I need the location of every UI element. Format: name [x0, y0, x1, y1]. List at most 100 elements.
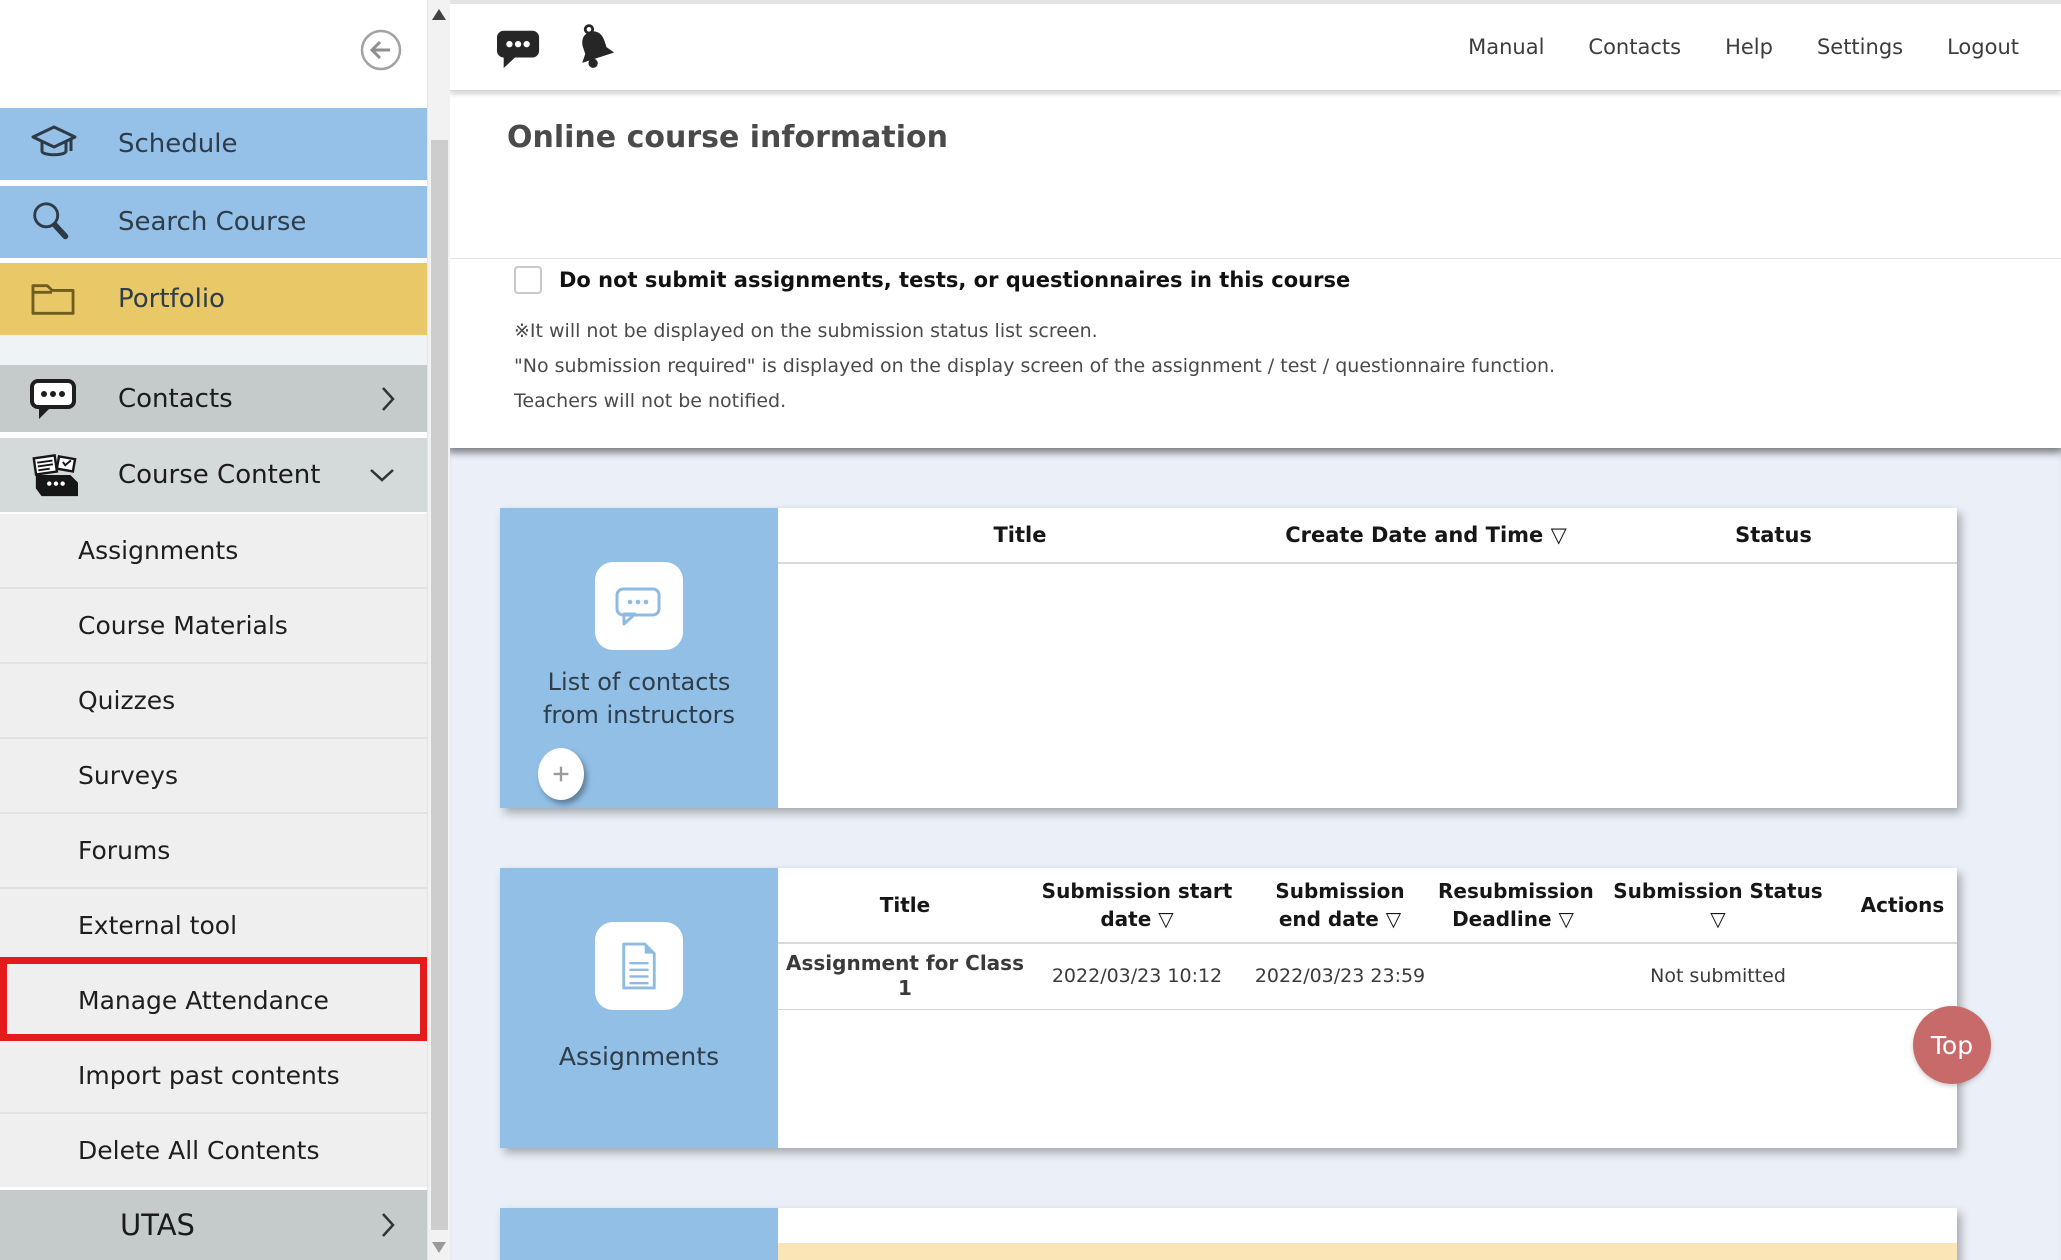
sidebar-item-external-tool[interactable]: External tool	[0, 887, 427, 962]
sidebar-item-label: External tool	[78, 911, 237, 940]
sidebar-spacer	[0, 335, 427, 365]
link-manual[interactable]: Manual	[1468, 35, 1544, 59]
column-header-actions: Actions	[1848, 868, 1957, 943]
sidebar-item-assignments[interactable]: Assignments	[0, 512, 427, 587]
sidebar-item-label: UTAS	[120, 1208, 195, 1242]
note-line: Teachers will not be notified.	[514, 390, 1555, 412]
sidebar-header	[0, 0, 427, 108]
screen: Schedule Search Course Portfolio	[0, 0, 2061, 1260]
scroll-up-arrow-icon[interactable]	[432, 9, 446, 20]
next-section-header-row	[778, 1208, 1957, 1243]
sidebar-item-label: Delete All Contents	[78, 1136, 319, 1165]
assignments-panel: Assignments	[500, 868, 778, 1148]
scroll-down-arrow-icon[interactable]	[432, 1242, 446, 1253]
next-section-card	[500, 1208, 1957, 1260]
folder-icon	[28, 278, 84, 320]
chevron-right-icon	[381, 386, 395, 412]
add-contact-button[interactable]	[538, 748, 584, 800]
sidebar-item-label: Quizzes	[78, 686, 175, 715]
speech-bubble-icon	[28, 376, 84, 422]
message-icon[interactable]	[494, 25, 544, 69]
assignment-end-date: 2022/03/23 23:59	[1242, 943, 1438, 1009]
plus-icon	[550, 763, 572, 785]
no-submission-checkbox-row: Do not submit assignments, tests, or que…	[514, 266, 1350, 294]
assignments-section-card: Assignments Title Submission start date …	[500, 868, 1957, 1148]
magnifier-icon	[28, 199, 84, 245]
assignment-title: Assignment for Class 1	[778, 943, 1032, 1009]
sidebar-item-utas[interactable]: UTAS	[0, 1190, 427, 1260]
sidebar-item-import-past-contents[interactable]: Import past contents	[0, 1037, 427, 1112]
sidebar-item-course-content[interactable]: Course Content	[0, 438, 427, 512]
assignment-actions	[1848, 943, 1957, 1009]
sidebar-item-schedule[interactable]: Schedule	[0, 108, 427, 180]
contacts-panel: List of contacts from instructors	[500, 508, 778, 808]
sidebar-item-label: Forums	[78, 836, 170, 865]
sidebar-scrollbar[interactable]	[427, 0, 450, 1260]
sidebar-item-manage-attendance[interactable]: Manage Attendance	[0, 962, 427, 1037]
sidebar-item-label: Course Content	[118, 460, 320, 490]
link-contacts[interactable]: Contacts	[1588, 35, 1681, 59]
chevron-right-icon	[381, 1212, 395, 1238]
contacts-card-icon	[595, 562, 683, 650]
sidebar-item-label: Portfolio	[118, 284, 225, 314]
assignment-row: Assignment for Class 1 2022/03/23 10:12 …	[778, 943, 1957, 1009]
contacts-table: Title Create Date and Time ▽ Status	[778, 508, 1957, 808]
checkbox-notes: ※It will not be displayed on the submiss…	[514, 307, 1555, 412]
assignment-resubmission	[1438, 943, 1588, 1009]
page-title: Online course information	[507, 120, 948, 155]
course-box-icon	[28, 452, 84, 498]
chevron-down-icon	[369, 468, 395, 482]
sidebar-item-search-course[interactable]: Search Course	[0, 186, 427, 258]
next-section-highlight-row	[778, 1243, 1957, 1260]
assignment-status: Not submitted	[1588, 943, 1848, 1009]
column-header-submission-status[interactable]: Submission Status ▽	[1588, 868, 1848, 943]
sidebar-item-delete-all-contents[interactable]: Delete All Contents	[0, 1112, 427, 1187]
sidebar-item-contacts[interactable]: Contacts	[0, 365, 427, 432]
sidebar-item-label: Surveys	[78, 761, 178, 790]
sidebar-item-course-materials[interactable]: Course Materials	[0, 587, 427, 662]
assignments-panel-label: Assignments	[500, 1040, 778, 1073]
link-logout[interactable]: Logout	[1947, 35, 2019, 59]
document-card-icon	[595, 922, 683, 1010]
sidebar-item-surveys[interactable]: Surveys	[0, 737, 427, 812]
sidebar-item-label: Search Course	[118, 207, 306, 237]
sidebar-item-quizzes[interactable]: Quizzes	[0, 662, 427, 737]
checkbox-label: Do not submit assignments, tests, or que…	[559, 268, 1350, 292]
column-header-submission-start[interactable]: Submission start date ▽	[1032, 868, 1242, 943]
topbar: Manual Contacts Help Settings Logout	[450, 0, 2061, 91]
divider	[450, 258, 2061, 259]
sidebar-item-forums[interactable]: Forums	[0, 812, 427, 887]
scroll-to-top-button[interactable]: Top	[1913, 1006, 1991, 1084]
content-area: List of contacts from instructors Ti	[450, 448, 2061, 1260]
next-section-panel	[500, 1208, 778, 1260]
note-line: "No submission required" is displayed on…	[514, 355, 1555, 377]
no-submission-checkbox[interactable]	[514, 266, 542, 294]
bell-icon[interactable]	[568, 20, 622, 74]
link-help[interactable]: Help	[1725, 35, 1773, 59]
sidebar-item-label: Schedule	[118, 129, 237, 159]
link-settings[interactable]: Settings	[1817, 35, 1903, 59]
sidebar-item-label: Contacts	[118, 384, 233, 414]
column-header-resubmission-deadline[interactable]: Resubmission Deadline ▽	[1438, 868, 1588, 943]
back-arrow-icon	[359, 28, 403, 72]
contacts-section-card: List of contacts from instructors Ti	[500, 508, 1957, 808]
scrollbar-thumb[interactable]	[431, 140, 448, 1230]
topbar-links: Manual Contacts Help Settings Logout	[1468, 35, 2019, 59]
column-header-create-date[interactable]: Create Date and Time ▽	[1262, 508, 1590, 563]
sidebar-item-label: Assignments	[78, 536, 238, 565]
column-header-submission-end[interactable]: Submission end date ▽	[1242, 868, 1438, 943]
sidebar-item-portfolio[interactable]: Portfolio	[0, 263, 427, 335]
note-line: ※It will not be displayed on the submiss…	[514, 320, 1555, 342]
column-header-status: Status	[1590, 508, 1957, 563]
sidebar-item-label: Import past contents	[78, 1061, 340, 1090]
next-section-table	[778, 1208, 1957, 1260]
assignments-table: Title Submission start date ▽ Submission…	[778, 868, 1957, 1148]
column-header-title: Title	[778, 508, 1262, 563]
graduation-cap-icon	[28, 121, 84, 167]
column-header-title: Title	[778, 868, 1032, 943]
contacts-panel-label: List of contacts from instructors	[500, 666, 778, 732]
sidebar: Schedule Search Course Portfolio	[0, 0, 427, 1260]
sidebar-item-label: Course Materials	[78, 611, 288, 640]
assignment-start-date: 2022/03/23 10:12	[1032, 943, 1242, 1009]
collapse-sidebar-button[interactable]	[359, 28, 403, 72]
